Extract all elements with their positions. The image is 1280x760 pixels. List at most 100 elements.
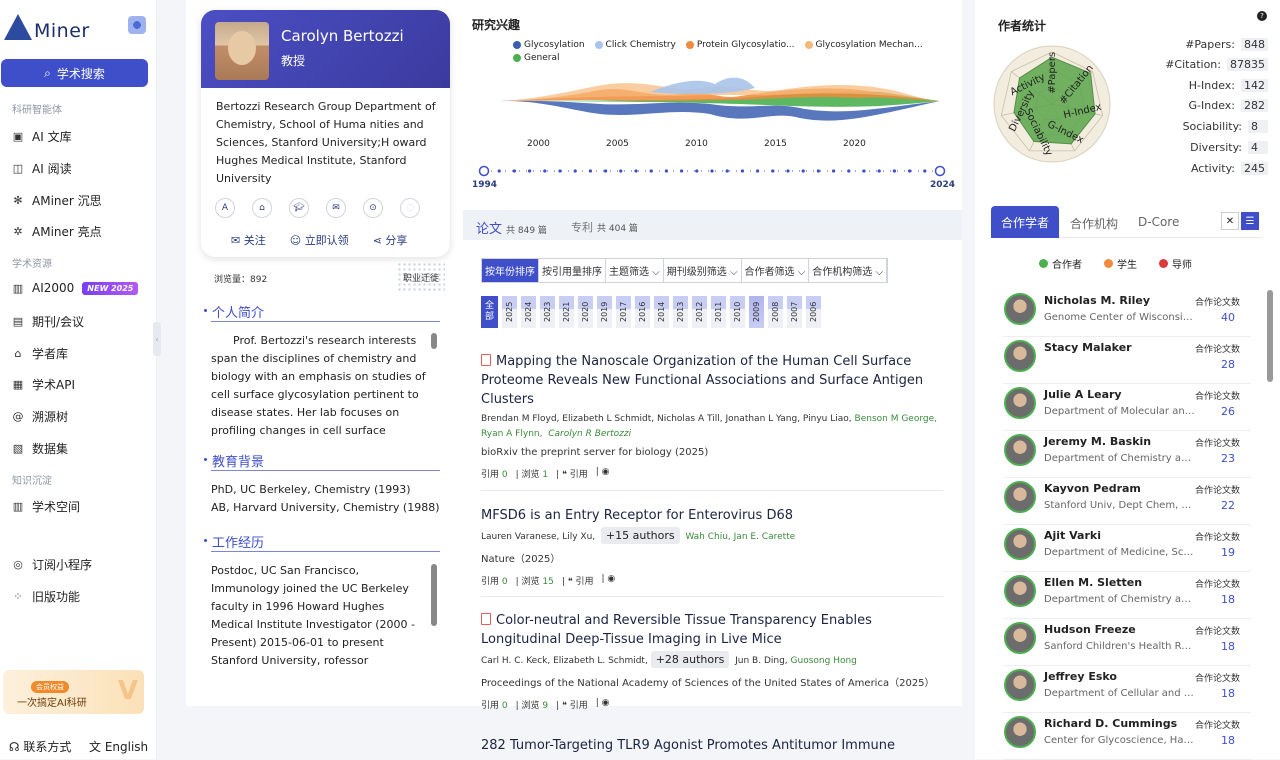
paper-title[interactable]: Color-neutral and Reversible Tissue Tran…	[481, 611, 941, 649]
coauthor-name[interactable]: Stacy Malaker	[1044, 341, 1132, 354]
journal-level-filter[interactable]: 期刊级别筛选 ⌵	[664, 259, 742, 282]
nav-datasets[interactable]: ▧ 数据集	[12, 440, 68, 457]
coauthor-item[interactable]: Richard D. Cummings Center for Glycoscien…	[1003, 713, 1251, 760]
sort-by-citation-button[interactable]: 按引用量排序	[539, 259, 606, 282]
nav-api[interactable]: ▦ 学术API	[12, 376, 75, 393]
coauthor-avatar[interactable]	[1004, 622, 1036, 654]
year-range-slider[interactable]	[477, 164, 947, 178]
legend-item[interactable]: Protein Glycosylatio...	[685, 40, 795, 50]
coauthor-count[interactable]: 19	[1213, 546, 1243, 559]
coauthor-count[interactable]: 18	[1213, 593, 1243, 606]
nav-trace-tree[interactable]: @ 溯源树	[12, 408, 69, 425]
list-view-icon[interactable]: ☰	[1241, 212, 1259, 230]
coauthor-count[interactable]: 18	[1213, 734, 1243, 747]
follow-button[interactable]: ✉ 关注	[231, 232, 266, 248]
contact-link[interactable]: ☊ 联系方式	[9, 738, 72, 755]
nav-aminer-highlight[interactable]: ✲ AMiner 亮点	[12, 223, 101, 240]
career-migration-button[interactable]: 职业迁徙	[397, 262, 445, 292]
paper-title[interactable]: 282 Tumor-Targeting TLR9 Agonist Promote…	[481, 736, 941, 755]
coauthor-avatar[interactable]	[1004, 575, 1036, 607]
coauthor-name[interactable]: Jeffrey Esko	[1044, 670, 1117, 683]
coauthor-count[interactable]: 40	[1213, 311, 1243, 324]
interests-streamgraph[interactable]	[500, 70, 940, 132]
year-filter-chip[interactable]: 2023	[540, 296, 555, 328]
coauthor-item[interactable]: Ellen M. Sletten Department of Chemistry …	[1003, 572, 1251, 619]
legend-item[interactable]: Glycosylation	[513, 40, 585, 50]
coauthor-name[interactable]: Kayvon Pedram	[1044, 482, 1141, 495]
academic-search-button[interactable]: ⌕ 学术搜索	[1, 59, 148, 87]
quote-button[interactable]: | ❝ 引用	[556, 698, 588, 711]
paper-title[interactable]: MFSD6 is an Entry Receptor for Enterovir…	[481, 506, 941, 525]
coauthor-item[interactable]: Ajit Varki Department of Medicine, School…	[1003, 525, 1251, 572]
sort-by-year-button[interactable]: 按年份排序	[482, 259, 539, 282]
coauthor-item[interactable]: Nicholas M. Riley Genome Center of Wiscon…	[1003, 290, 1251, 337]
aminer-icon[interactable]: A	[215, 198, 235, 218]
author-self-link[interactable]: Carolyn R Bertozzi	[548, 429, 631, 439]
author-link[interactable]: Ryan A Flynn,	[481, 429, 542, 439]
year-filter-chip[interactable]: 2025	[502, 296, 517, 328]
coauthor-name[interactable]: Julie A Leary	[1044, 388, 1122, 401]
nav-aminer-think[interactable]: ✻ AMiner 沉思	[12, 192, 101, 209]
year-all-button[interactable]: 全部	[481, 296, 498, 328]
coauthor-avatar[interactable]	[1004, 434, 1036, 466]
coauthor-avatar[interactable]	[1004, 669, 1036, 701]
year-filter-chip[interactable]: 2020	[578, 296, 593, 328]
coauthor-item[interactable]: Stacy Malaker 合作论文数 28	[1003, 337, 1251, 384]
nav-ai-reader[interactable]: ◫ AI 阅读	[12, 160, 72, 177]
tab-coauthors[interactable]: 合作学者	[991, 206, 1059, 238]
aminer-logo[interactable]: Miner	[4, 12, 90, 42]
user-avatar-icon[interactable]	[128, 16, 146, 34]
nav-ai-library[interactable]: ▣ AI 文库	[12, 128, 72, 145]
coauthor-count[interactable]: 18	[1213, 640, 1243, 653]
coauthor-item[interactable]: Julie A Leary Department of Molecular and…	[1003, 384, 1251, 431]
nav-scholars[interactable]: ⌂ 学者库	[12, 345, 69, 362]
coauthor-name[interactable]: Nicholas M. Riley	[1044, 294, 1150, 307]
claim-button[interactable]: ☺ 立即认领	[290, 232, 349, 248]
coauthor-name[interactable]: Ajit Varki	[1044, 529, 1101, 542]
author-link[interactable]: Wah Chiu, Jan E. Carette	[685, 532, 795, 542]
web-icon[interactable]: | ◉	[596, 698, 610, 711]
coauthor-count[interactable]: 23	[1213, 452, 1243, 465]
homepage-icon[interactable]: ⌂	[252, 198, 272, 218]
legend-item[interactable]: Glycosylation Mechan...	[804, 40, 923, 50]
year-filter-chip[interactable]: 2021	[559, 296, 574, 328]
coauthor-avatar[interactable]	[1004, 387, 1036, 419]
coauthor-item[interactable]: Jeffrey Esko Department of Cellular and M…	[1003, 666, 1251, 713]
tab-institutions[interactable]: 合作机构	[1070, 215, 1118, 232]
institution-filter[interactable]: 合作机构筛选 ⌵	[809, 259, 888, 282]
membership-promo-banner[interactable]: 会员权益 一次搞定AI科研 V	[3, 670, 144, 714]
coauthor-count[interactable]: 18	[1213, 687, 1243, 700]
nav-subscribe[interactable]: ◎ 订阅小程序	[12, 556, 92, 573]
coauthor-count[interactable]: 26	[1213, 405, 1243, 418]
coauthor-count[interactable]: 22	[1213, 499, 1243, 512]
coauthor-scrollbar[interactable]	[1267, 290, 1273, 382]
year-filter-chip[interactable]: 2019	[597, 296, 612, 328]
author-link[interactable]: Benson M George,	[855, 414, 937, 424]
language-switch[interactable]: 文 English	[89, 738, 148, 755]
share-button[interactable]: ⋖ 分享	[373, 232, 408, 248]
coauthor-name[interactable]: Hudson Freeze	[1044, 623, 1136, 636]
legend-item[interactable]: General	[513, 53, 559, 63]
graph-view-icon[interactable]: ✕	[1221, 212, 1239, 230]
coauthor-count[interactable]: 28	[1213, 358, 1243, 371]
quote-button[interactable]: | ❝ 引用	[556, 467, 588, 480]
coauthor-filter[interactable]: 合作者筛选 ⌵	[742, 259, 810, 282]
coauthor-avatar[interactable]	[1004, 340, 1036, 372]
paper-title[interactable]: Mapping the Nanoscale Organization of th…	[481, 352, 941, 409]
range-handle-end[interactable]	[934, 165, 946, 177]
coauthor-avatar[interactable]	[1004, 293, 1036, 325]
nav-ai2000[interactable]: ▥ AI2000 NEW 2025	[12, 281, 139, 295]
year-filter-chip[interactable]: 2012	[692, 296, 707, 328]
work-scrollbar[interactable]	[431, 564, 437, 626]
email-icon[interactable]: ✉	[326, 198, 346, 218]
year-filter-chip[interactable]: 2006	[806, 296, 821, 328]
year-filter-chip[interactable]: 2017	[616, 296, 631, 328]
coauthor-avatar[interactable]	[1004, 528, 1036, 560]
coauthor-item[interactable]: Jeremy M. Baskin Department of Chemistry …	[1003, 431, 1251, 478]
year-filter-chip[interactable]: 2009	[749, 296, 764, 328]
weibo-icon[interactable]: ◌	[400, 198, 420, 218]
year-filter-chip[interactable]: 2011	[711, 296, 726, 328]
coauthor-name[interactable]: Ellen M. Sletten	[1044, 576, 1142, 589]
nav-legacy[interactable]: ⁘ 旧版功能	[12, 588, 80, 605]
more-authors-button[interactable]: +28 authors	[650, 651, 730, 668]
